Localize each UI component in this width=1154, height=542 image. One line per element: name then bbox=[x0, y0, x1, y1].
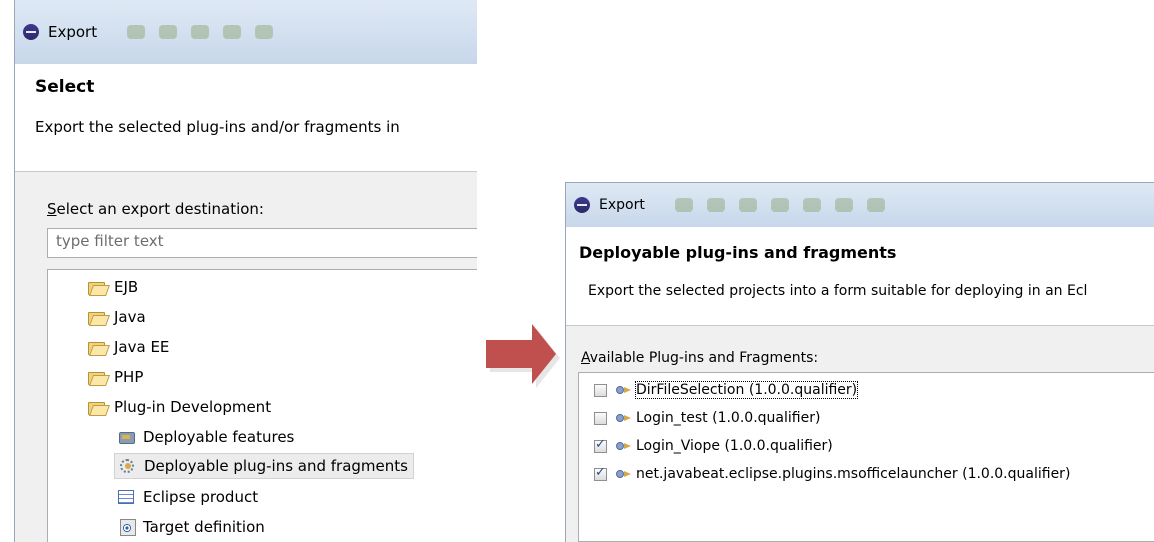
tree-item-eclipse-product[interactable]: Eclipse product bbox=[118, 484, 258, 510]
list-item[interactable]: DirFileSelection (1.0.0.qualifier) bbox=[594, 377, 859, 403]
tree-item-ejb[interactable]: EJB bbox=[88, 274, 138, 300]
tree-item-java-ee[interactable]: Java EE bbox=[88, 334, 169, 360]
tree-item-plugin-development[interactable]: Plug-in Development bbox=[88, 394, 271, 420]
wizard-header: Select Export the selected plug-ins and/… bbox=[15, 64, 477, 172]
wizard-body: Select an export destination: type filte… bbox=[15, 172, 477, 542]
folder-open-icon bbox=[88, 400, 106, 415]
checkbox[interactable] bbox=[594, 411, 607, 425]
window-title: Export bbox=[599, 197, 645, 213]
window-title: Export bbox=[48, 23, 98, 41]
product-icon bbox=[118, 490, 134, 504]
tree-item-target-definition[interactable]: Target definition bbox=[118, 514, 265, 540]
folder-icon bbox=[88, 340, 106, 355]
title-bar: Export bbox=[15, 0, 477, 64]
title-bar: Export bbox=[566, 183, 1154, 227]
list-item[interactable]: Login_test (1.0.0.qualifier) bbox=[594, 405, 820, 431]
eclipse-icon bbox=[574, 197, 590, 213]
filter-input[interactable]: type filter text bbox=[47, 228, 477, 258]
tree-item-deployable-features[interactable]: Deployable features bbox=[118, 424, 294, 450]
checkbox[interactable] bbox=[594, 383, 607, 397]
checkbox[interactable] bbox=[594, 465, 607, 481]
wizard-header: Deployable plug-ins and fragments Export… bbox=[566, 227, 1154, 326]
available-plugins-label: Available Plug-ins and Fragments: bbox=[581, 350, 819, 366]
folder-icon bbox=[88, 370, 106, 385]
target-icon bbox=[118, 518, 136, 536]
plugin-icon bbox=[616, 412, 632, 424]
destination-label: Select an export destination: bbox=[47, 200, 264, 218]
page-title: Select bbox=[35, 77, 95, 97]
tree-item-java[interactable]: Java bbox=[88, 304, 146, 330]
export-wizard-select-window: Export Select Export the selected plug-i… bbox=[14, 0, 477, 542]
page-description: Export the selected plug-ins and/or frag… bbox=[35, 118, 400, 136]
plugin-icon bbox=[616, 440, 632, 452]
list-item[interactable]: net.javabeat.eclipse.plugins.msofficelau… bbox=[594, 461, 1070, 487]
feature-icon bbox=[118, 429, 136, 445]
folder-icon bbox=[88, 280, 106, 295]
transition-arrow-icon bbox=[486, 324, 560, 388]
toolbar-icons bbox=[127, 25, 274, 39]
checkbox[interactable] bbox=[594, 437, 607, 453]
page-title: Deployable plug-ins and fragments bbox=[579, 243, 897, 262]
folder-icon bbox=[88, 310, 106, 325]
toolbar-icons bbox=[674, 198, 885, 212]
page-description: Export the selected projects into a form… bbox=[588, 283, 1088, 299]
list-item[interactable]: Login_Viope (1.0.0.qualifier) bbox=[594, 433, 833, 459]
tree-item-php[interactable]: PHP bbox=[88, 364, 143, 390]
plugins-icon bbox=[118, 457, 138, 475]
plugin-list[interactable]: DirFileSelection (1.0.0.qualifier) Login… bbox=[578, 372, 1154, 542]
plugin-icon bbox=[616, 384, 632, 396]
tree-item-deployable-plugins[interactable]: Deployable plug-ins and fragments bbox=[114, 453, 414, 479]
export-wizard-deployable-window: Export Deployable plug-ins and fragments… bbox=[565, 182, 1154, 542]
export-destination-tree[interactable]: EJB Java Java EE PHP Plug-in Development… bbox=[47, 269, 477, 542]
eclipse-icon bbox=[23, 24, 39, 40]
plugin-icon bbox=[616, 468, 632, 480]
wizard-body: Available Plug-ins and Fragments: DirFil… bbox=[566, 326, 1154, 542]
